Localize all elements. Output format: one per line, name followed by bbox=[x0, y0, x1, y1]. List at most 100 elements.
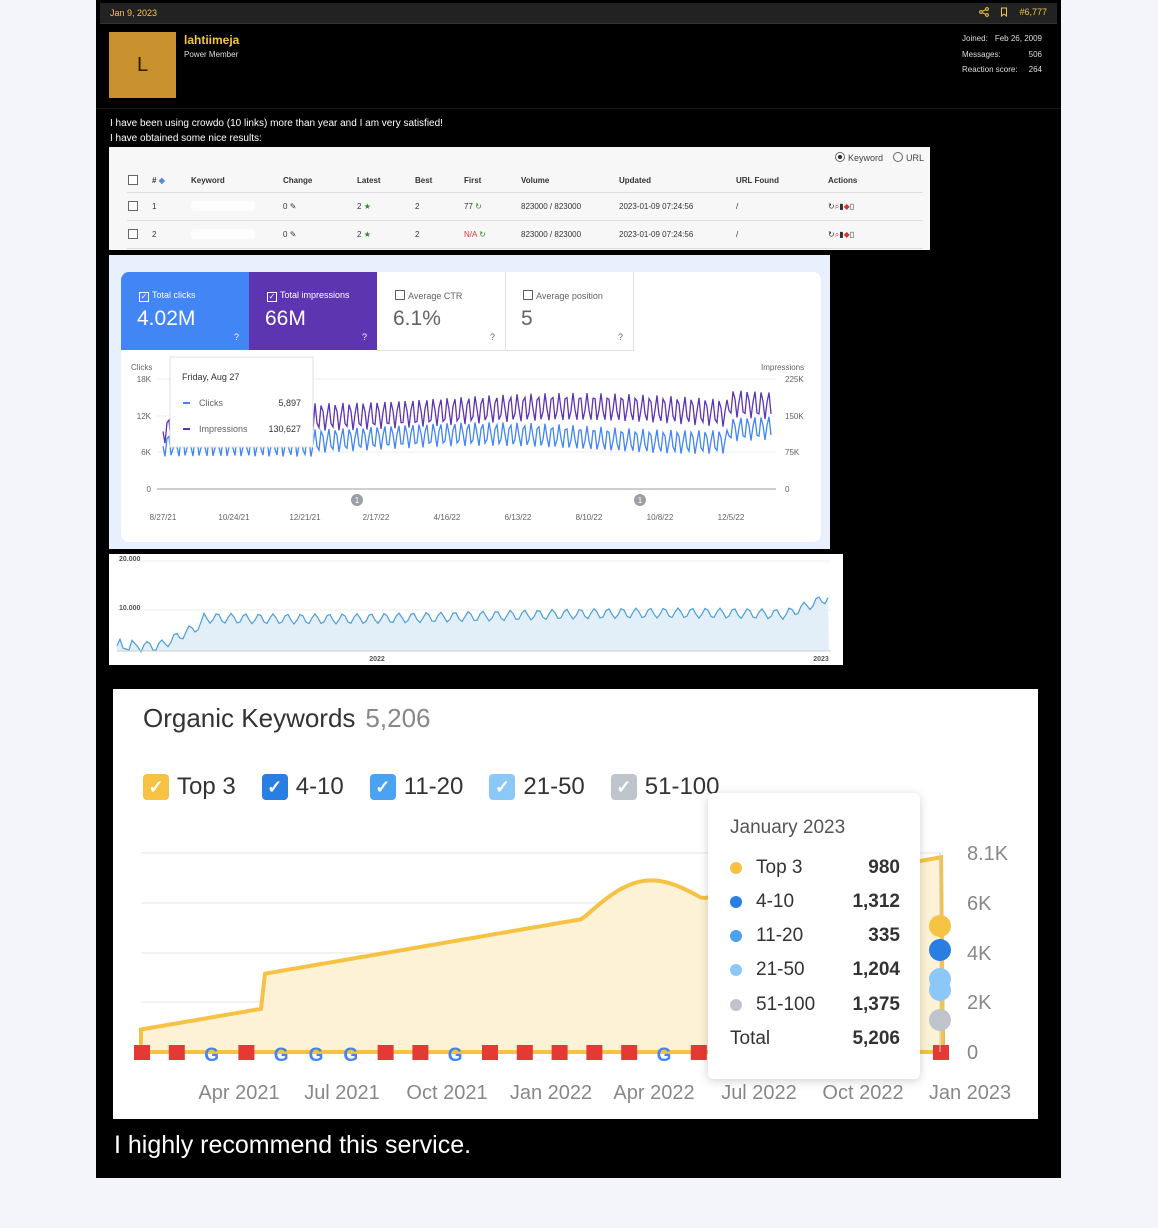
svg-text:130,627: 130,627 bbox=[268, 424, 301, 434]
y-tick: 8.1K bbox=[967, 843, 1009, 865]
tile-average-position: Average position 5 ? bbox=[505, 272, 634, 351]
x-tick: 6/13/22 bbox=[505, 513, 532, 522]
tile-average-ctr: Average CTR 6.1% ? bbox=[377, 272, 506, 351]
x-tick: 10/24/21 bbox=[218, 513, 250, 522]
flag-icon bbox=[551, 1045, 568, 1060]
y-tick: 4K bbox=[967, 943, 992, 965]
x-tick: Jan 2023 bbox=[929, 1082, 1011, 1104]
annotation-marker-label: 1 bbox=[638, 496, 643, 505]
x-tick: 8/27/21 bbox=[150, 513, 177, 522]
x-tick: Jul 2021 bbox=[304, 1082, 380, 1104]
flag-icon bbox=[134, 1045, 150, 1060]
username-link[interactable]: lahtiimeja bbox=[184, 33, 239, 47]
y-tick-left: 12K bbox=[137, 412, 152, 421]
svg-text:20.000: 20.000 bbox=[119, 556, 141, 563]
row-actions: ↻⌕▮◆▯ bbox=[827, 220, 923, 249]
flag-icon bbox=[238, 1045, 255, 1060]
x-tick: 2/17/22 bbox=[363, 513, 390, 522]
x-tick: Apr 2021 bbox=[198, 1082, 279, 1104]
x-tick: Oct 2022 bbox=[822, 1082, 903, 1104]
message-line: I have been using crowdo (10 links) more… bbox=[110, 118, 443, 129]
flag-icon bbox=[377, 1045, 394, 1060]
user-title: Power Member bbox=[184, 50, 239, 59]
google-update-icon: G bbox=[309, 1045, 324, 1066]
divider bbox=[96, 108, 1061, 109]
svg-text:Impressions: Impressions bbox=[199, 424, 248, 434]
svg-text:2022: 2022 bbox=[369, 656, 385, 663]
svg-text:2023: 2023 bbox=[813, 656, 829, 663]
search-console-image: ✓ Total clicks 4.02M ? ✓ Total impressions… bbox=[109, 255, 830, 549]
svg-text:Clicks: Clicks bbox=[131, 363, 152, 372]
bookmark-icon[interactable] bbox=[999, 7, 1009, 17]
refresh-icon: ↻ bbox=[828, 229, 835, 239]
svg-text:Clicks: Clicks bbox=[199, 398, 223, 408]
thumb-icon: ↻ bbox=[479, 230, 486, 239]
star-icon: ★ bbox=[363, 230, 371, 239]
performance-chart: Clicks Impressions 18K 12K 6K 0 225K 150K 75K 0… bbox=[131, 356, 804, 522]
svg-text:Impressions: Impressions bbox=[761, 363, 804, 372]
svg-text:10.000: 10.000 bbox=[119, 605, 141, 612]
flag-icon bbox=[586, 1045, 603, 1060]
series-point bbox=[929, 1009, 951, 1031]
y-tick-left: 18K bbox=[137, 375, 152, 384]
thumb-icon: ↻ bbox=[475, 202, 482, 211]
refresh-icon: ↻ bbox=[828, 201, 835, 211]
google-update-icon: G bbox=[204, 1045, 219, 1066]
trash-icon: ▯ bbox=[849, 201, 855, 211]
x-tick: 10/8/22 bbox=[647, 513, 674, 522]
pin-icon: ✎ bbox=[289, 230, 297, 239]
rank-tracker-image: Keyword URL # ◈ Keyword Change Latest Be… bbox=[109, 147, 930, 250]
chart-tooltip: January 2023 Top 3 980 4-10 1,312 11-20 335… bbox=[708, 793, 920, 1079]
pin-icon: ✎ bbox=[289, 202, 297, 211]
series-point bbox=[929, 915, 951, 937]
series-point bbox=[929, 939, 951, 961]
table-row: 1 0 ✎ 2 ★ 2 77 ↻ 823000 / 823000 2023-01… bbox=[127, 192, 923, 221]
y-tick: 6K bbox=[967, 893, 992, 915]
message-line: I have obtained some nice results: bbox=[110, 133, 262, 144]
y-tick-right: 0 bbox=[785, 485, 790, 494]
closing-text: I highly recommend this service. bbox=[114, 1131, 472, 1159]
x-tick: 12/21/21 bbox=[289, 513, 321, 522]
x-tick: 8/10/22 bbox=[576, 513, 603, 522]
y-tick-right: 75K bbox=[785, 448, 800, 457]
flag-icon bbox=[690, 1045, 707, 1060]
radio-keyword-icon bbox=[834, 152, 845, 162]
post-number-link[interactable]: #6,777 bbox=[1019, 7, 1047, 17]
forum-post: Jan 9, 2023 #6,777 L lahtiimeja Power Me… bbox=[96, 0, 1061, 1178]
google-update-icon: G bbox=[657, 1045, 672, 1066]
share-icon[interactable] bbox=[979, 7, 990, 17]
flag-icon bbox=[933, 1045, 949, 1060]
flag-icon bbox=[168, 1045, 185, 1060]
flag-icon bbox=[621, 1045, 638, 1060]
annotation-marker-label: 1 bbox=[355, 496, 360, 505]
tile-total-impressions: ✓ Total impressions 66M ? bbox=[249, 272, 377, 350]
star-icon: ★ bbox=[363, 202, 371, 211]
flag-icon bbox=[412, 1045, 429, 1060]
row-actions: ↻⌕▮◆▯ bbox=[827, 192, 923, 221]
google-update-icon: G bbox=[448, 1045, 463, 1066]
chart-tooltip: Friday, Aug 27 Clicks 5,897 Impressions … bbox=[169, 356, 314, 448]
trash-icon: ▯ bbox=[849, 229, 855, 239]
organic-keywords-image: Organic Keywords 5,206 ✓ Top 3 ✓ 4-10 ✓ 11-2… bbox=[113, 689, 1038, 1119]
post-date[interactable]: Jan 9, 2023 bbox=[110, 8, 157, 18]
x-tick: 12/5/22 bbox=[718, 513, 745, 522]
radio-url-icon bbox=[892, 152, 903, 162]
y-tick-right: 150K bbox=[785, 412, 804, 421]
svg-text:5,897: 5,897 bbox=[278, 398, 301, 408]
table-row: 2 0 ✎ 2 ★ 2 N/A ↻ 823000 / 823000 2023-0… bbox=[127, 220, 923, 249]
y-tick-right: 225K bbox=[785, 375, 804, 384]
x-tick: Jul 2022 bbox=[721, 1082, 797, 1104]
y-tick: 0 bbox=[967, 1042, 978, 1064]
user-stats: Joined: Feb 26, 2009 Messages: 506 Reactio… bbox=[962, 34, 1042, 74]
x-tick: Apr 2022 bbox=[613, 1082, 694, 1104]
avatar[interactable]: L bbox=[109, 32, 176, 98]
x-tick: Jan 2022 bbox=[510, 1082, 592, 1104]
traffic-chart-image: 20.000 10.000 2022 2023 bbox=[109, 554, 843, 665]
y-tick-left: 0 bbox=[147, 485, 152, 494]
flag-icon bbox=[516, 1045, 533, 1060]
google-update-icon: G bbox=[343, 1045, 358, 1066]
post-header-bar: Jan 9, 2023 #6,777 bbox=[100, 3, 1057, 24]
y-tick-left: 6K bbox=[141, 448, 151, 457]
y-tick: 2K bbox=[967, 992, 992, 1014]
traffic-chart: 20.000 10.000 2022 2023 bbox=[116, 556, 831, 663]
